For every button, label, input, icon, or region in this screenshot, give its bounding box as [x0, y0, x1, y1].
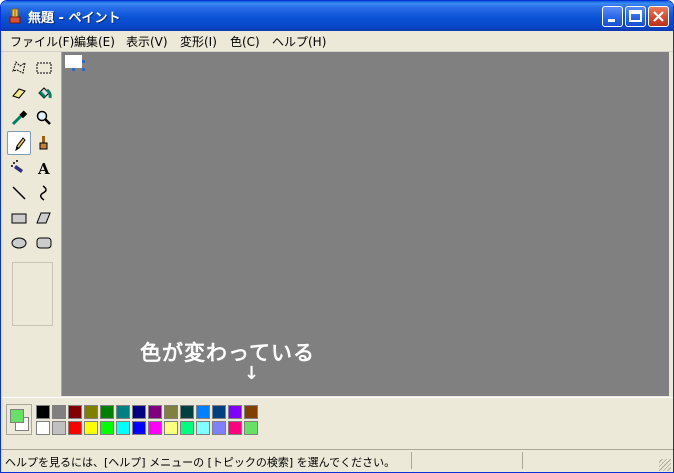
tool-rectangle[interactable]: [8, 207, 30, 229]
tool-magnifier[interactable]: [33, 107, 55, 129]
foreground-color-swatch[interactable]: [10, 409, 24, 423]
rect-select-icon: [36, 62, 52, 74]
color-swatch[interactable]: [212, 421, 226, 435]
close-icon: [653, 11, 664, 22]
color-swatch[interactable]: [52, 405, 66, 419]
toolbox: A: [1, 52, 62, 396]
polygon-icon: [36, 212, 51, 224]
close-button[interactable]: [648, 6, 669, 27]
color-swatch[interactable]: [196, 421, 210, 435]
color-swatch[interactable]: [36, 421, 50, 435]
eraser-icon: [12, 88, 26, 99]
color-swatch[interactable]: [164, 421, 178, 435]
window-title: 無題 - ペイント: [28, 11, 121, 26]
color-swatch[interactable]: [116, 421, 130, 435]
color-swatch[interactable]: [84, 405, 98, 419]
color-swatch[interactable]: [228, 421, 242, 435]
color-swatch[interactable]: [36, 405, 50, 419]
tool-eraser[interactable]: [8, 82, 30, 104]
rectangle-icon: [11, 213, 27, 224]
minimize-button[interactable]: [602, 6, 623, 27]
tool-color-picker[interactable]: [8, 107, 30, 129]
color-swatch[interactable]: [100, 405, 114, 419]
text-icon: A: [37, 160, 50, 177]
color-swatch[interactable]: [52, 421, 66, 435]
color-swatch[interactable]: [84, 421, 98, 435]
maximize-icon: [629, 10, 642, 22]
curve-icon: [40, 185, 47, 201]
tool-rect-select[interactable]: [33, 57, 55, 79]
resize-handle-corner[interactable]: [82, 68, 85, 71]
color-palette: [1, 397, 673, 446]
menu-view[interactable]: 表示(V): [126, 33, 168, 50]
color-swatch[interactable]: [180, 405, 194, 419]
magnifier-icon: [36, 110, 51, 125]
color-swatch[interactable]: [148, 421, 162, 435]
rounded-rect-icon: [36, 237, 52, 249]
color-swatch[interactable]: [244, 421, 258, 435]
menu-image[interactable]: 変形(I): [180, 33, 217, 50]
tool-text[interactable]: A: [33, 157, 55, 179]
title-bar[interactable]: 無題 - ペイント: [1, 1, 673, 31]
resize-handle-bottom[interactable]: [72, 68, 75, 71]
menu-help[interactable]: ヘルプ(H): [272, 33, 326, 50]
tool-pencil[interactable]: [7, 131, 31, 155]
color-swatch[interactable]: [180, 421, 194, 435]
color-swatch[interactable]: [68, 405, 82, 419]
menu-file[interactable]: ファイル(F): [10, 33, 74, 50]
svg-text:A: A: [37, 160, 50, 177]
tool-options-panel[interactable]: [12, 262, 53, 326]
airbrush-icon: [11, 160, 23, 173]
color-swatch[interactable]: [100, 421, 114, 435]
resize-grip[interactable]: [659, 459, 671, 471]
status-text: ヘルプを見るには、[ヘルプ] メニューの [トピックの検索] を選んでください。: [5, 456, 396, 469]
tool-line[interactable]: [8, 182, 30, 204]
paint-app-icon: [9, 8, 21, 24]
tool-brush[interactable]: [33, 132, 55, 154]
status-panel-position: [411, 452, 522, 469]
image-canvas[interactable]: [65, 55, 82, 68]
color-swatch[interactable]: [164, 405, 178, 419]
paint-window: 無題 - ペイント ファイル(F) 編集(E) 表示(V) 変形(I) 色(C)…: [0, 0, 674, 473]
resize-handle-right[interactable]: [82, 60, 85, 63]
tool-rounded-rect[interactable]: [33, 232, 55, 254]
color-picker-icon: [11, 110, 28, 126]
annotation-arrow: ↓: [244, 363, 260, 384]
canvas-area[interactable]: 色が変わっている ↓: [62, 52, 669, 396]
color-swatch[interactable]: [244, 405, 258, 419]
ellipse-icon: [11, 237, 27, 249]
tool-polygon[interactable]: [33, 207, 55, 229]
annotation-text: 色が変わっている: [140, 341, 315, 365]
menu-bar: ファイル(F) 編集(E) 表示(V) 変形(I) 色(C) ヘルプ(H): [1, 31, 673, 52]
color-swatch[interactable]: [148, 405, 162, 419]
tool-free-form-select[interactable]: [8, 57, 30, 79]
color-swatch[interactable]: [116, 405, 130, 419]
minimize-icon: [608, 19, 615, 22]
line-icon: [12, 186, 26, 200]
free-form-select-icon: [12, 61, 26, 74]
tool-ellipse[interactable]: [8, 232, 30, 254]
color-swatch[interactable]: [132, 405, 146, 419]
menu-edit[interactable]: 編集(E): [74, 33, 115, 50]
color-swatch[interactable]: [196, 405, 210, 419]
current-colors[interactable]: [6, 404, 32, 435]
menu-colors[interactable]: 色(C): [230, 33, 260, 50]
brush-icon: [39, 136, 48, 150]
status-bar: ヘルプを見るには、[ヘルプ] メニューの [トピックの検索] を選んでください。: [1, 449, 673, 472]
fill-bucket-icon: [38, 87, 52, 99]
tool-curve[interactable]: [33, 182, 55, 204]
color-swatch[interactable]: [228, 405, 242, 419]
color-swatch[interactable]: [132, 421, 146, 435]
tool-fill[interactable]: [33, 82, 55, 104]
pencil-icon: [15, 137, 26, 152]
color-swatch[interactable]: [68, 421, 82, 435]
maximize-button[interactable]: [625, 6, 646, 27]
tool-airbrush[interactable]: [8, 157, 30, 179]
color-swatch[interactable]: [212, 405, 226, 419]
status-panel-size: [522, 452, 653, 469]
